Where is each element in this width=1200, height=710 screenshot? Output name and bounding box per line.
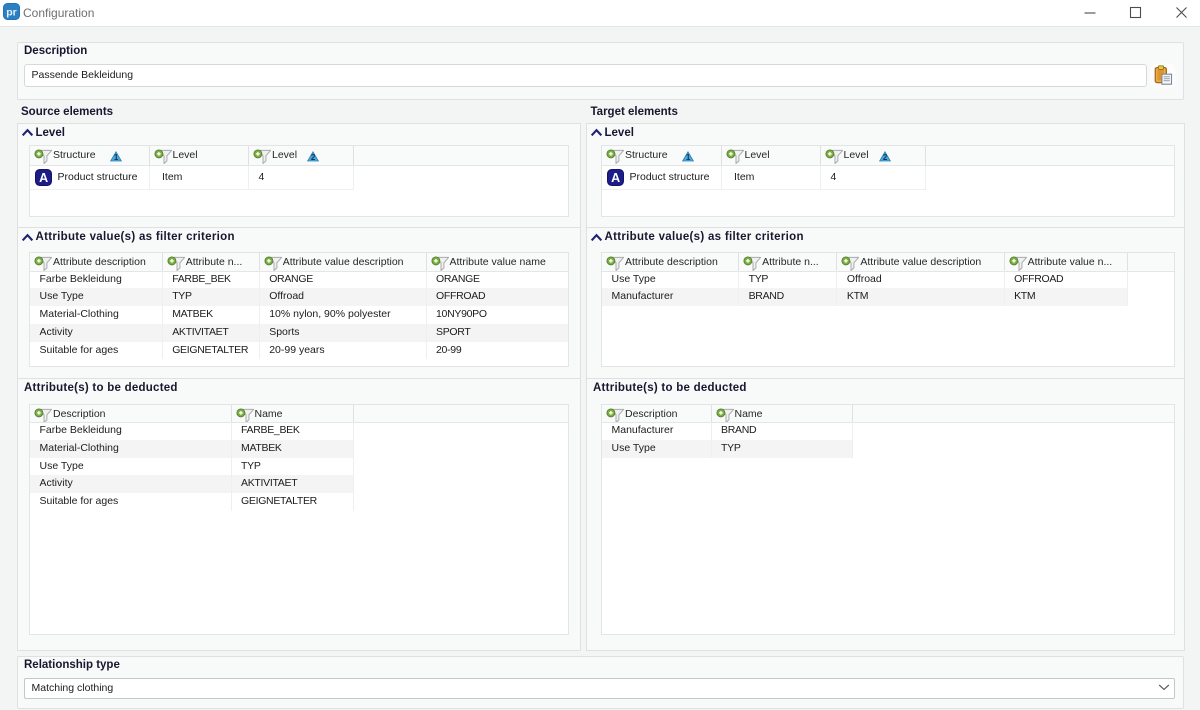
svg-text:1: 1 bbox=[114, 153, 119, 162]
svg-text:A: A bbox=[39, 171, 48, 185]
svg-text:A: A bbox=[611, 171, 620, 185]
svg-text:1: 1 bbox=[686, 153, 691, 162]
svg-text:pr: pr bbox=[6, 6, 17, 18]
svg-text:2: 2 bbox=[311, 153, 316, 162]
svg-text:2: 2 bbox=[882, 153, 887, 162]
